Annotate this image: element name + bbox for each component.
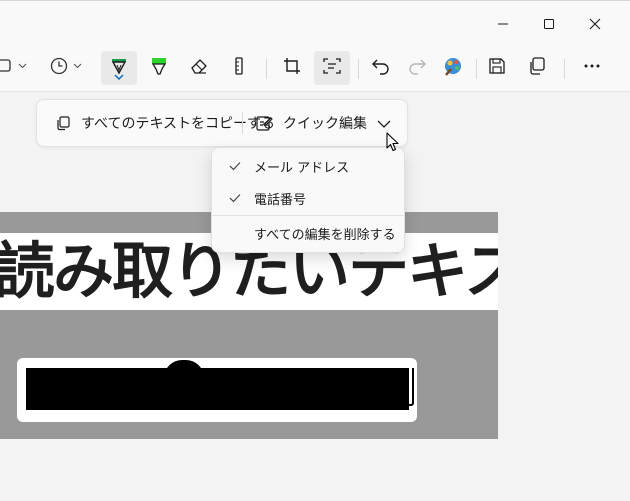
redacted-text-region [17, 358, 417, 422]
undo-button[interactable] [363, 51, 399, 85]
more-button[interactable] [574, 51, 610, 85]
menu-item-phone-label: 電話番号 [254, 192, 307, 208]
pen-dropdown-chevron-icon [114, 65, 124, 84]
toolbar-divider [564, 59, 565, 79]
redaction-block-edge [164, 360, 204, 378]
toolbar-divider [266, 59, 267, 79]
ruler-icon [229, 56, 249, 80]
ruler-button[interactable] [221, 51, 257, 85]
toolbar-divider [358, 59, 359, 79]
text-actions-bar: すべてのテキストをコピーする クイック編集 [36, 99, 408, 147]
highlighter-button[interactable] [141, 51, 177, 85]
check-icon [216, 161, 254, 171]
text-actions-icon [322, 56, 342, 80]
maximize-icon [543, 18, 555, 30]
snipping-tool-window: 読み取りたいテキスト すべてのテキストをコピーする クイック編集 [0, 0, 630, 501]
ballpoint-pen-button[interactable] [101, 51, 137, 85]
minimize-icon [497, 18, 509, 30]
quick-redact-menu: メール アドレス 電話番号 すべての編集を削除する [211, 147, 405, 253]
toolbar-divider [476, 59, 477, 79]
toolbar [0, 49, 630, 89]
eraser-icon [189, 56, 209, 80]
menu-item-remove-all[interactable]: すべての編集を削除する [216, 218, 400, 248]
crop-icon [282, 56, 302, 80]
menu-item-email-label: メール アドレス [254, 160, 350, 176]
mouse-pointer-icon [386, 132, 400, 156]
copy-icon [527, 56, 547, 80]
menu-item-phone[interactable]: 電話番号 [216, 183, 400, 213]
save-icon [487, 56, 507, 80]
undo-icon [371, 56, 391, 80]
copy-all-text-button[interactable]: すべてのテキストをコピーする [47, 106, 283, 140]
rectangle-select-icon [0, 57, 29, 79]
paint-button[interactable] [435, 51, 471, 85]
paint-app-icon [442, 55, 464, 81]
redo-icon [407, 56, 427, 80]
highlighter-icon [149, 56, 169, 80]
redact-edit-icon [255, 114, 273, 132]
eraser-button[interactable] [181, 51, 217, 85]
copy-all-text-label: すべてのテキストをコピーする [81, 116, 276, 132]
menu-divider [212, 215, 404, 216]
quick-redact-button[interactable]: クイック編集 [249, 106, 373, 140]
copy-icon [55, 115, 71, 131]
save-button[interactable] [479, 51, 515, 85]
close-button[interactable] [572, 1, 618, 47]
crop-button[interactable] [274, 51, 310, 85]
chevron-down-icon [377, 114, 391, 133]
shape-selection-button[interactable] [0, 51, 32, 85]
close-icon [589, 18, 601, 30]
actions-divider [242, 112, 243, 134]
quick-redact-label: クイック編集 [283, 116, 367, 132]
delay-timer-button[interactable] [48, 51, 88, 85]
redaction-block-tail [400, 368, 414, 406]
redo-button[interactable] [399, 51, 435, 85]
menu-item-remove-all-label: すべての編集を削除する [254, 227, 396, 243]
more-icon [582, 56, 602, 80]
check-icon [216, 193, 254, 203]
menu-item-email[interactable]: メール アドレス [216, 151, 400, 181]
minimize-button[interactable] [480, 1, 526, 47]
maximize-button[interactable] [526, 1, 572, 47]
copy-button[interactable] [519, 51, 555, 85]
redaction-block [26, 360, 409, 410]
text-actions-button[interactable] [314, 51, 350, 85]
clock-icon [50, 57, 86, 79]
